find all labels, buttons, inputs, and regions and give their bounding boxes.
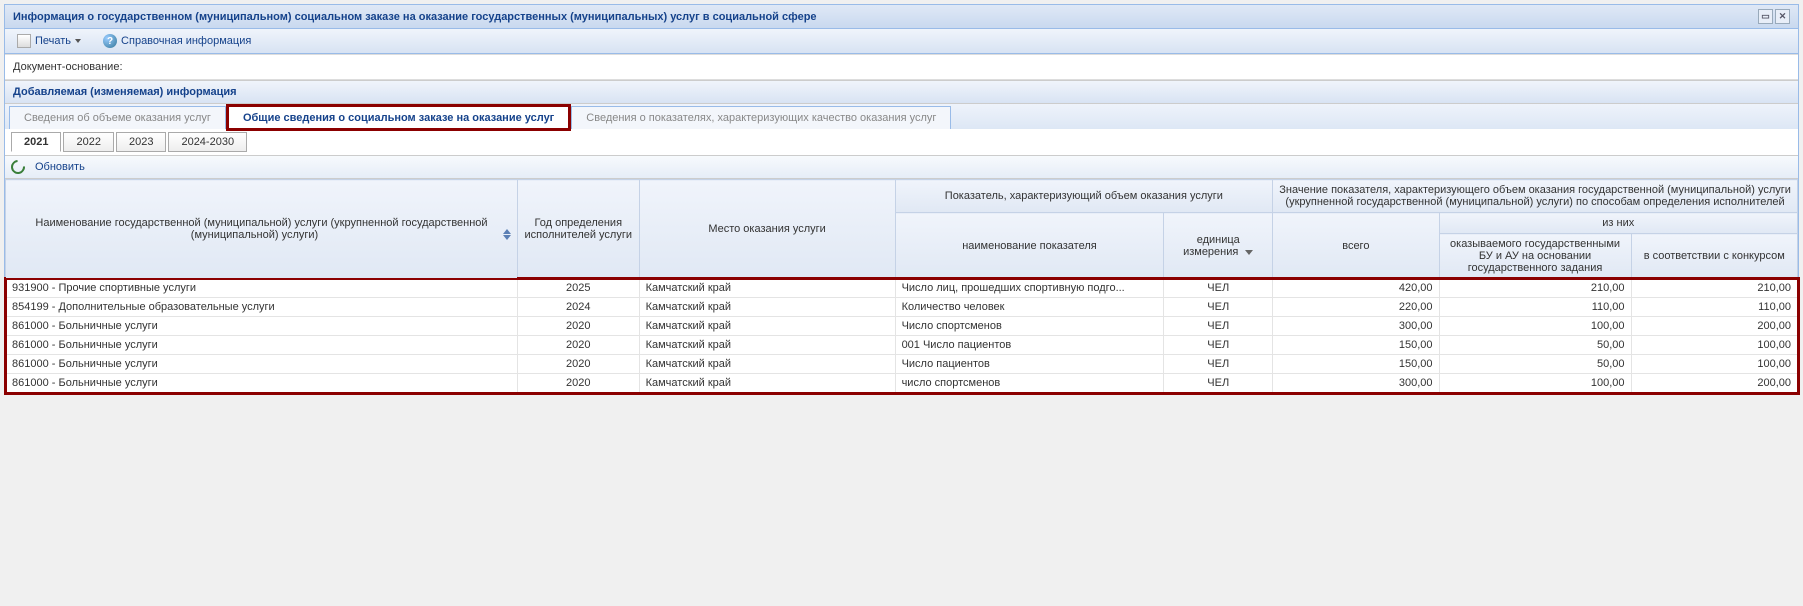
print-label: Печать (35, 35, 71, 47)
grid-toolbar: Обновить (5, 156, 1798, 179)
toolbar: Печать ? Справочная информация (5, 29, 1798, 54)
col-indicator-group[interactable]: Показатель, характеризующий объем оказан… (895, 180, 1273, 213)
table-row[interactable]: 861000 - Больничные услуги 2020 Камчатск… (6, 336, 1798, 355)
sort-up-icon[interactable] (503, 229, 511, 234)
col-bu-au[interactable]: оказываемого государственными БУ и АУ на… (1439, 234, 1631, 279)
year-tab-2023[interactable]: 2023 (116, 132, 166, 152)
col-value-group[interactable]: Значение показателя, характеризующего об… (1273, 180, 1798, 213)
table-row[interactable]: 861000 - Больничные услуги 2020 Камчатск… (6, 374, 1798, 393)
table-row[interactable]: 854199 - Дополнительные образовательные … (6, 298, 1798, 317)
doc-base-label: Документ-основание: (13, 61, 123, 73)
col-indicator-name[interactable]: наименование показателя (895, 213, 1164, 279)
main-tabs: Сведения об объеме оказания услуг Общие … (5, 104, 1798, 129)
help-button[interactable]: ? Справочная информация (97, 32, 257, 50)
grid-body: 931900 - Прочие спортивные услуги 2025 К… (6, 279, 1798, 393)
help-label: Справочная информация (121, 35, 251, 47)
window-title: Информация о государственном (муниципаль… (13, 11, 817, 23)
refresh-button[interactable]: Обновить (29, 159, 91, 175)
col-contest[interactable]: в соответствии с конкурсом (1631, 234, 1797, 279)
col-total[interactable]: всего (1273, 213, 1439, 279)
year-tab-2022[interactable]: 2022 (63, 132, 113, 152)
col-place[interactable]: Место оказания услуги (639, 180, 895, 279)
grid-header: Наименование государственной (муниципаль… (6, 180, 1798, 279)
col-unit[interactable]: единица измерения (1164, 213, 1273, 279)
print-icon (17, 34, 31, 48)
tab-volume[interactable]: Сведения об объеме оказания услуг (9, 106, 226, 129)
tab-general[interactable]: Общие сведения о социальном заказе на ок… (228, 106, 569, 129)
refresh-icon (8, 157, 28, 177)
sort-desc-icon (1245, 250, 1253, 255)
table-row[interactable]: 931900 - Прочие спортивные услуги 2025 К… (6, 279, 1798, 298)
section-title: Добавляемая (изменяемая) информация (5, 80, 1798, 104)
year-tab-2024-2030[interactable]: 2024-2030 (168, 132, 247, 152)
col-name[interactable]: Наименование государственной (муниципаль… (6, 180, 518, 279)
table-row[interactable]: 861000 - Больничные услуги 2020 Камчатск… (6, 355, 1798, 374)
col-year[interactable]: Год определения исполнителей услуги (517, 180, 639, 279)
table-row[interactable]: 861000 - Больничные услуги 2020 Камчатск… (6, 317, 1798, 336)
close-button[interactable]: ✕ (1775, 9, 1790, 24)
title-bar: Информация о государственном (муниципаль… (5, 5, 1798, 29)
print-button[interactable]: Печать (11, 32, 87, 50)
chevron-down-icon (75, 39, 81, 43)
main-panel: Информация о государственном (муниципаль… (4, 4, 1799, 394)
data-grid: Наименование государственной (муниципаль… (5, 179, 1798, 393)
sort-down-icon[interactable] (503, 235, 511, 240)
tab-quality[interactable]: Сведения о показателях, характеризующих … (571, 106, 951, 129)
help-icon: ? (103, 34, 117, 48)
year-tabs: 2021 2022 2023 2024-2030 (5, 129, 1798, 156)
year-tab-2021[interactable]: 2021 (11, 132, 61, 152)
col-ofthem[interactable]: из них (1439, 213, 1797, 234)
doc-base-row: Документ-основание: (5, 54, 1798, 80)
restore-button[interactable]: ▭ (1758, 9, 1773, 24)
